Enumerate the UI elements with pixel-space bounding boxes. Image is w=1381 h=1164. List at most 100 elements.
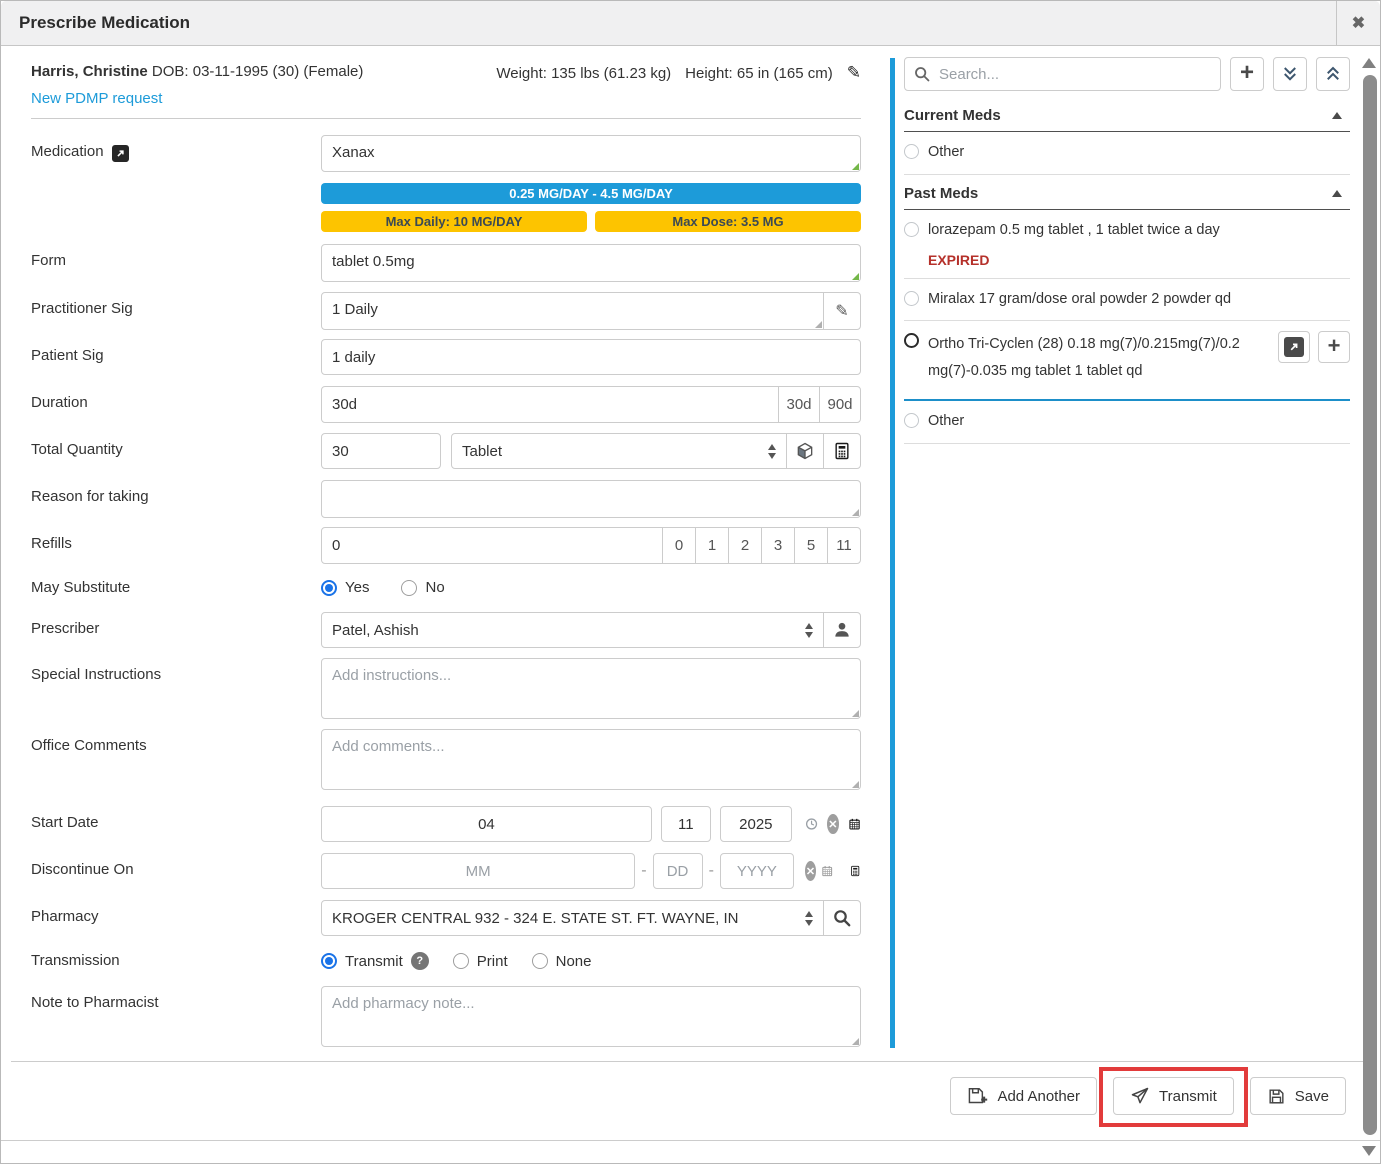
collapse-section-icon[interactable] <box>1332 190 1342 197</box>
expand-all-button[interactable] <box>1316 57 1350 91</box>
prescriber-profile-button[interactable] <box>823 612 861 648</box>
collapse-all-button[interactable] <box>1273 57 1307 91</box>
start-year-input[interactable] <box>720 806 792 842</box>
new-pdmp-request-link[interactable]: New PDMP request <box>31 90 861 107</box>
footer-actions: Add Another Transmit Save <box>950 1077 1346 1115</box>
add-another-label: Add Another <box>997 1088 1080 1105</box>
date-separator: - <box>641 862 646 880</box>
open-med-button[interactable] <box>1278 331 1310 363</box>
transmission-none-radio[interactable] <box>532 953 548 969</box>
refill-2-button[interactable]: 2 <box>728 527 762 564</box>
refill-0-button[interactable]: 0 <box>662 527 696 564</box>
refill-11-button[interactable]: 11 <box>827 527 861 564</box>
start-day-input[interactable] <box>661 806 711 842</box>
med-radio-selected[interactable] <box>904 333 919 348</box>
dc-month-input[interactable] <box>321 853 635 889</box>
med-item-label: Other <box>928 142 1350 164</box>
paper-plane-icon <box>1130 1086 1150 1106</box>
refills-input[interactable] <box>321 527 663 564</box>
transmission-print-label: Print <box>477 953 508 970</box>
person-icon <box>832 620 852 640</box>
substitute-no-radio[interactable] <box>401 580 417 596</box>
transmission-transmit-radio[interactable] <box>321 953 337 969</box>
calendar-gray-icon[interactable] <box>821 860 833 882</box>
med-item-label: lorazepam 0.5 mg tablet , 1 tablet twice… <box>928 220 1350 242</box>
save-button[interactable]: Save <box>1250 1077 1346 1115</box>
past-med-lorazepam-item[interactable]: lorazepam 0.5 mg tablet , 1 tablet twice… <box>904 210 1350 279</box>
clock-icon[interactable] <box>805 813 818 835</box>
med-radio[interactable] <box>904 291 919 306</box>
refill-3-button[interactable]: 3 <box>761 527 795 564</box>
transmission-print-radio[interactable] <box>453 953 469 969</box>
dose-range-banner: 0.25 MG/DAY - 4.5 MG/DAY <box>321 183 861 204</box>
reason-input[interactable] <box>321 480 861 518</box>
pencil-icon: ✎ <box>835 301 848 321</box>
pharmacy-note-input[interactable] <box>321 986 861 1047</box>
med-radio[interactable] <box>904 413 919 428</box>
medication-external-link-icon[interactable] <box>112 145 129 162</box>
special-instructions-input[interactable] <box>321 658 861 719</box>
scrollbar-down-arrow[interactable] <box>1362 1146 1376 1156</box>
practitioner-sig-input[interactable]: 1 Daily <box>321 292 824 330</box>
edit-sig-button[interactable]: ✎ <box>823 292 861 330</box>
med-radio[interactable] <box>904 144 919 159</box>
add-another-button[interactable]: Add Another <box>950 1077 1097 1115</box>
collapse-section-icon[interactable] <box>1332 112 1342 119</box>
edit-vitals-icon[interactable]: ✎ <box>847 63 861 83</box>
quantity-unit-select[interactable]: Tablet <box>451 433 787 469</box>
close-button[interactable]: ✖ <box>1336 1 1380 45</box>
refill-1-button[interactable]: 1 <box>695 527 729 564</box>
clear-dc-date-button[interactable]: ✕ <box>805 861 816 881</box>
office-comments-input[interactable] <box>321 729 861 790</box>
substitute-no-label: No <box>425 579 444 596</box>
pharmacy-search-button[interactable] <box>823 900 861 936</box>
transmission-label: Transmission <box>31 944 321 970</box>
medication-input[interactable]: Xanax <box>321 135 861 172</box>
patient-info: Harris, Christine DOB: 03-11-1995 (30) (… <box>31 63 363 80</box>
dispense-unit-button[interactable] <box>786 433 824 469</box>
form-input[interactable]: tablet 0.5mg <box>321 244 861 282</box>
patient-sig-input[interactable] <box>321 339 861 375</box>
current-med-other-item[interactable]: Other <box>904 132 1350 175</box>
past-med-other-item[interactable]: Other <box>904 401 1350 444</box>
duration-input[interactable] <box>321 386 779 423</box>
transmit-button[interactable]: Transmit <box>1113 1077 1234 1115</box>
patient-header: Harris, Christine DOB: 03-11-1995 (30) (… <box>1 47 889 107</box>
med-radio[interactable] <box>904 222 919 237</box>
past-meds-header: Past Meds <box>904 175 1350 210</box>
max-dose-banner: Max Dose: 3.5 MG <box>595 211 861 232</box>
pharmacy-select[interactable]: KROGER CENTRAL 932 - 324 E. STATE ST. FT… <box>321 900 824 936</box>
past-med-ortho-item[interactable]: Ortho Tri-Cyclen (28) 0.18 mg(7)/0.215mg… <box>904 321 1350 401</box>
duration-90d-button[interactable]: 90d <box>819 386 861 423</box>
add-med-to-form-button[interactable]: + <box>1318 331 1350 363</box>
duration-calculator-icon[interactable] <box>849 860 861 882</box>
past-med-miralax-item[interactable]: Miralax 17 gram/dose oral powder 2 powde… <box>904 279 1350 322</box>
clear-start-date-button[interactable]: ✕ <box>827 814 839 834</box>
chevron-double-up-icon <box>1324 65 1342 83</box>
sort-caret-icon <box>805 623 813 638</box>
discontinue-on-label: Discontinue On <box>31 853 321 889</box>
x-icon: ✕ <box>828 818 837 831</box>
dc-day-input[interactable] <box>653 853 703 889</box>
meds-search-input[interactable] <box>904 57 1221 91</box>
quantity-calculator-button[interactable] <box>823 433 861 469</box>
med-item-label: Other <box>928 411 1350 433</box>
calendar-icon[interactable] <box>848 813 861 835</box>
refill-5-button[interactable]: 5 <box>794 527 828 564</box>
dc-year-input[interactable] <box>720 853 794 889</box>
patient-sig-label: Patient Sig <box>31 339 321 375</box>
scrollbar-thumb[interactable] <box>1363 75 1377 1135</box>
scrollbar-up-arrow[interactable] <box>1362 58 1376 68</box>
save-icon <box>1267 1087 1286 1106</box>
substitute-yes-radio[interactable] <box>321 580 337 596</box>
search-icon <box>913 65 931 83</box>
help-icon[interactable]: ? <box>411 952 429 970</box>
prescriber-select[interactable]: Patel, Ashish <box>321 612 824 648</box>
duration-30d-button[interactable]: 30d <box>778 386 820 423</box>
add-med-button[interactable]: + <box>1230 57 1264 91</box>
pane-divider <box>890 58 895 1048</box>
plus-icon: + <box>1240 61 1254 85</box>
quantity-input[interactable] <box>321 433 441 469</box>
start-month-input[interactable] <box>321 806 652 842</box>
special-instructions-label: Special Instructions <box>31 658 321 719</box>
